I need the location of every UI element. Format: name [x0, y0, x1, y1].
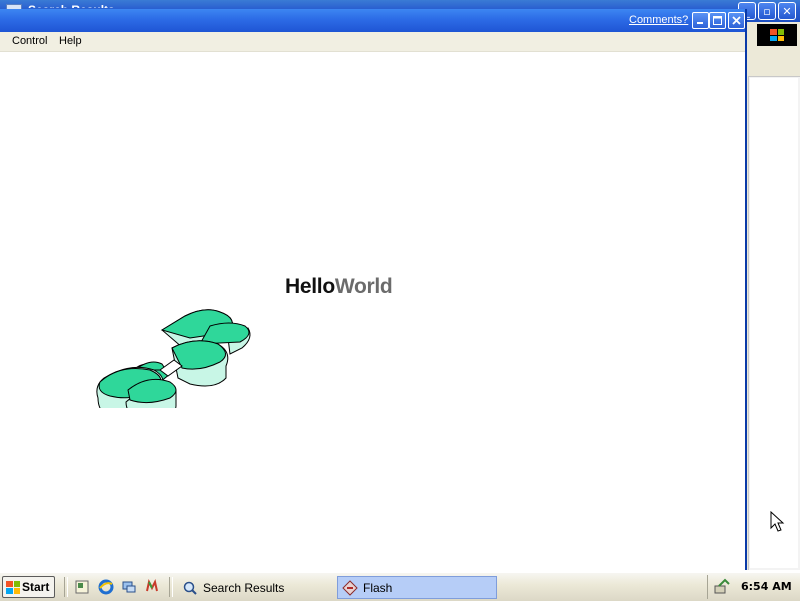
background-page	[750, 78, 798, 568]
start-label: Start	[22, 580, 50, 594]
network-icon[interactable]	[120, 578, 138, 596]
hello-word: Hello	[285, 275, 335, 298]
taskbar-separator	[64, 577, 68, 597]
show-desktop-icon[interactable]	[73, 578, 91, 596]
start-button[interactable]: Start	[2, 576, 55, 598]
menu-help[interactable]: Help	[59, 35, 82, 47]
taskbar: Start Search Results Flash 6:54 AM	[0, 572, 800, 601]
minimize-icon	[697, 22, 703, 24]
bg-maximize-button[interactable]: ▫	[758, 2, 776, 20]
task-flash[interactable]: Flash	[337, 576, 497, 599]
menu-bar: Control Help	[0, 32, 745, 52]
windows-throbber	[757, 24, 797, 46]
windows-logo-icon	[770, 29, 784, 41]
flash-titlebar[interactable]: Comments?	[0, 9, 745, 32]
clover-graphic	[96, 309, 251, 408]
menu-control[interactable]: Control	[12, 35, 47, 47]
internet-explorer-icon[interactable]	[97, 578, 115, 596]
world-word: World	[334, 275, 393, 298]
minimize-button[interactable]	[692, 12, 709, 29]
system-tray: 6:54 AM	[707, 575, 800, 599]
maximize-button[interactable]	[709, 12, 726, 29]
close-icon	[732, 16, 741, 25]
search-icon	[182, 580, 198, 596]
messenger-icon[interactable]	[143, 578, 161, 596]
taskbar-separator	[169, 577, 173, 597]
mouse-cursor-icon	[770, 511, 785, 532]
flash-stage[interactable]: HelloWorld	[0, 52, 745, 570]
close-button[interactable]	[728, 12, 745, 29]
task-label: Search Results	[203, 580, 285, 595]
bg-close-button[interactable]: ✕	[778, 2, 796, 20]
task-search-results[interactable]: Search Results	[178, 576, 333, 599]
maximize-icon	[713, 16, 722, 25]
task-label: Flash	[363, 580, 393, 595]
network-status-icon[interactable]	[713, 578, 731, 599]
hello-world-text: HelloWorld	[285, 275, 393, 299]
flash-window: Comments? Control Help HelloWorld	[0, 9, 747, 570]
flash-icon	[342, 579, 358, 596]
windows-flag-icon	[6, 580, 20, 594]
comments-link[interactable]: Comments?	[629, 14, 688, 26]
clock[interactable]: 6:54 AM	[741, 580, 792, 593]
